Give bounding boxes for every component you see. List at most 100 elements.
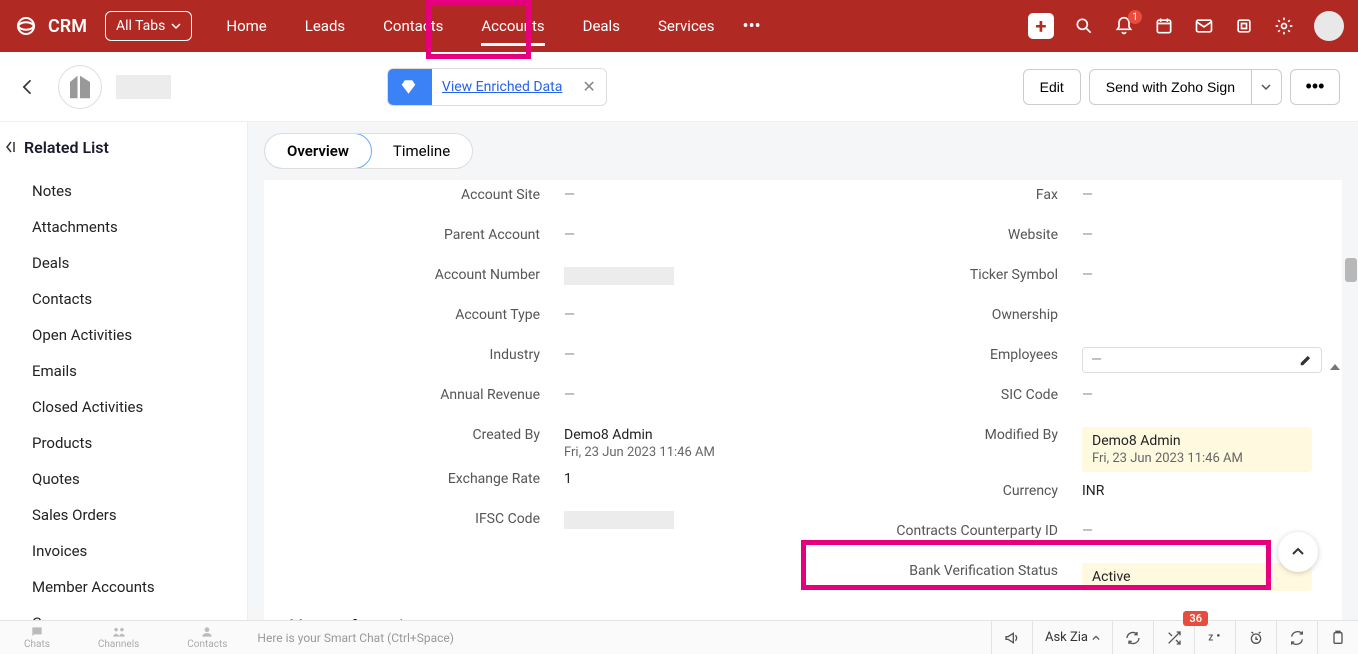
field-label: Created By [284, 424, 564, 443]
nav-home[interactable]: Home [212, 0, 280, 52]
scroll-to-top-button[interactable] [1278, 532, 1318, 572]
field-created-by: Created ByDemo8 AdminFri, 23 Jun 2023 11… [284, 420, 802, 464]
sidebar-item-quotes[interactable]: Quotes [8, 461, 247, 497]
nav-accounts[interactable]: Accounts [467, 0, 558, 52]
bottom-channels[interactable]: Channels [98, 625, 139, 650]
tab-timeline[interactable]: Timeline [371, 134, 472, 168]
crm-brand-label: CRM [48, 16, 87, 37]
announce-icon[interactable] [991, 621, 1032, 654]
more-actions-button[interactable]: ••• [1290, 69, 1340, 105]
field-modified-by: Modified ByDemo8 AdminFri, 23 Jun 2023 1… [802, 420, 1322, 476]
nav-services[interactable]: Services [644, 0, 729, 52]
sidebar-item-attachments[interactable]: Attachments [8, 209, 247, 245]
field-fax: Fax— [802, 180, 1322, 220]
field-label: Industry [284, 344, 564, 363]
address-info-header: Address Information [264, 596, 1342, 620]
account-name [116, 75, 171, 99]
sidebar-item-closed-activities[interactable]: Closed Activities [8, 389, 247, 425]
clipboard-icon[interactable] [1317, 621, 1358, 654]
field-value: — [1082, 344, 1322, 373]
field-label: Employees [802, 344, 1082, 363]
field-label: Modified By [802, 424, 1082, 443]
field-annual-revenue: Annual Revenue— [284, 380, 802, 420]
zoho-logo-icon [14, 14, 38, 38]
field-value: — [1082, 384, 1322, 403]
field-label: Fax [802, 184, 1082, 203]
calendar-icon[interactable] [1154, 16, 1174, 36]
sidebar-item-invoices[interactable]: Invoices [8, 533, 247, 569]
field-label: Account Number [284, 264, 564, 283]
field-value: Demo8 AdminFri, 23 Jun 2023 11:46 AM [1082, 424, 1322, 472]
sidebar-item-member-accounts[interactable]: Member Accounts [8, 569, 247, 605]
enriched-close-icon[interactable]: ✕ [572, 77, 605, 96]
sidebar-item-sales-orders[interactable]: Sales Orders [8, 497, 247, 533]
field-bank-verification-status: Bank Verification StatusActive [802, 556, 1322, 596]
field-label: Account Type [284, 304, 564, 323]
refresh-icon[interactable] [1112, 621, 1153, 654]
scrollbar-thumb[interactable] [1345, 258, 1357, 282]
field-employees: Employees— [802, 340, 1322, 380]
field-label: Exchange Rate [284, 468, 564, 487]
nav-contacts[interactable]: Contacts [369, 0, 457, 52]
field-contracts-counterparty-id: Contracts Counterparty ID— [802, 516, 1322, 556]
sidebar-item-cases[interactable]: Cases [8, 605, 247, 620]
search-icon[interactable] [1074, 16, 1094, 36]
pencil-icon[interactable] [1299, 353, 1313, 367]
field-account-number: Account Number [284, 260, 802, 300]
field-value [1082, 304, 1322, 307]
bell-icon[interactable]: 1 [1114, 16, 1134, 36]
employees-edit-box[interactable]: — [1082, 347, 1322, 373]
send-zoho-sign-button[interactable]: Send with Zoho Sign [1089, 69, 1252, 105]
alarm-icon[interactable] [1235, 621, 1276, 654]
svg-text:Z: Z [1208, 633, 1213, 642]
field-label: Bank Verification Status [802, 560, 1082, 579]
sidebar-collapse-icon[interactable] [5, 140, 15, 154]
bottom-chats[interactable]: Chats [24, 625, 50, 650]
field-value: — [1082, 184, 1322, 203]
field-value: INR [1082, 480, 1322, 499]
user-avatar[interactable] [1314, 11, 1344, 41]
sidebar-item-notes[interactable]: Notes [8, 173, 247, 209]
field-account-type: Account Type— [284, 300, 802, 340]
all-tabs-button[interactable]: All Tabs [105, 11, 192, 41]
tab-overview[interactable]: Overview [264, 133, 372, 169]
account-avatar-icon [58, 65, 102, 109]
send-dropdown-caret[interactable] [1252, 69, 1282, 105]
ask-zia-label: Ask Zia [1045, 630, 1088, 645]
bottom-bar: 36 ChatsChannelsContacts Here is your Sm… [0, 620, 1358, 654]
sidebar-item-deals[interactable]: Deals [8, 245, 247, 281]
field-label: Annual Revenue [284, 384, 564, 403]
enriched-icon [388, 69, 432, 105]
bottom-contacts[interactable]: Contacts [187, 625, 227, 650]
nav-more-icon[interactable]: ••• [729, 16, 775, 37]
sidebar-item-contacts[interactable]: Contacts [8, 281, 247, 317]
sidebar-item-emails[interactable]: Emails [8, 353, 247, 389]
ask-zia-button[interactable]: Ask Zia [1032, 621, 1112, 654]
sync-icon[interactable] [1276, 621, 1317, 654]
related-list-title: Related List [24, 138, 109, 157]
sidebar-item-open-activities[interactable]: Open Activities [8, 317, 247, 353]
edit-button[interactable]: Edit [1023, 69, 1081, 105]
field-sic-code: SIC Code— [802, 380, 1322, 420]
field-label: SIC Code [802, 384, 1082, 403]
field-website: Website— [802, 220, 1322, 260]
back-arrow-icon[interactable] [18, 77, 38, 97]
all-tabs-label: All Tabs [116, 18, 165, 34]
extension-icon[interactable] [1234, 16, 1254, 36]
field-value: — [564, 304, 802, 323]
add-button[interactable]: + [1028, 13, 1054, 39]
field-value: — [564, 184, 802, 203]
field-value: Demo8 AdminFri, 23 Jun 2023 11:46 AM [564, 424, 802, 460]
field-label: Currency [802, 480, 1082, 499]
field-industry: Industry— [284, 340, 802, 380]
sidebar-item-products[interactable]: Products [8, 425, 247, 461]
settings-icon[interactable] [1274, 16, 1294, 36]
field-value: — [564, 384, 802, 403]
view-enriched-data-link[interactable]: View Enriched Data [432, 79, 572, 95]
nav-leads[interactable]: Leads [291, 0, 359, 52]
mail-icon[interactable] [1194, 16, 1214, 36]
field-label: Account Site [284, 184, 564, 203]
field-account-site: Account Site— [284, 180, 802, 220]
nav-deals[interactable]: Deals [569, 0, 634, 52]
field-label: IFSC Code [284, 508, 564, 527]
